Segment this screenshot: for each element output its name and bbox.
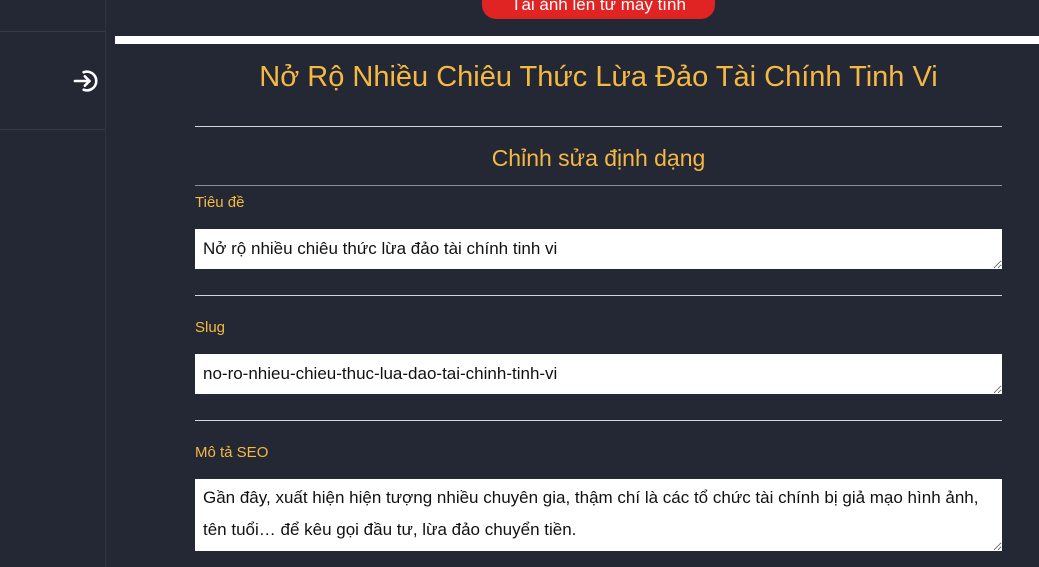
title-field[interactable]: Nở rộ nhiều chiêu thức lừa đảo tài chính…: [195, 229, 1002, 269]
sidebar: [0, 0, 106, 567]
divider: [195, 185, 1002, 186]
page-title: Nở Rộ Nhiều Chiêu Thức Lừa Đảo Tài Chính…: [259, 61, 938, 93]
sidebar-divider: [0, 129, 105, 130]
seo-description-field[interactable]: Gần đây, xuất hiện hiện tượng nhiều chuy…: [195, 479, 1002, 551]
divider: [195, 126, 1002, 127]
header-divider: [115, 36, 1039, 44]
upload-from-computer-button[interactable]: Tải ảnh lên từ máy tính: [482, 0, 715, 19]
title-label: Tiêu đề: [195, 194, 245, 211]
divider: [195, 420, 1002, 421]
edit-format-heading: Chỉnh sửa định dạng: [491, 145, 706, 171]
sidebar-divider: [0, 31, 105, 32]
slug-label: Slug: [195, 319, 226, 336]
seo-description-label: Mô tả SEO: [195, 444, 269, 461]
slug-field[interactable]: no-ro-nhieu-chieu-thuc-lua-dao-tai-chinh…: [195, 354, 1002, 394]
divider: [195, 295, 1002, 296]
logout-icon[interactable]: [72, 67, 100, 95]
